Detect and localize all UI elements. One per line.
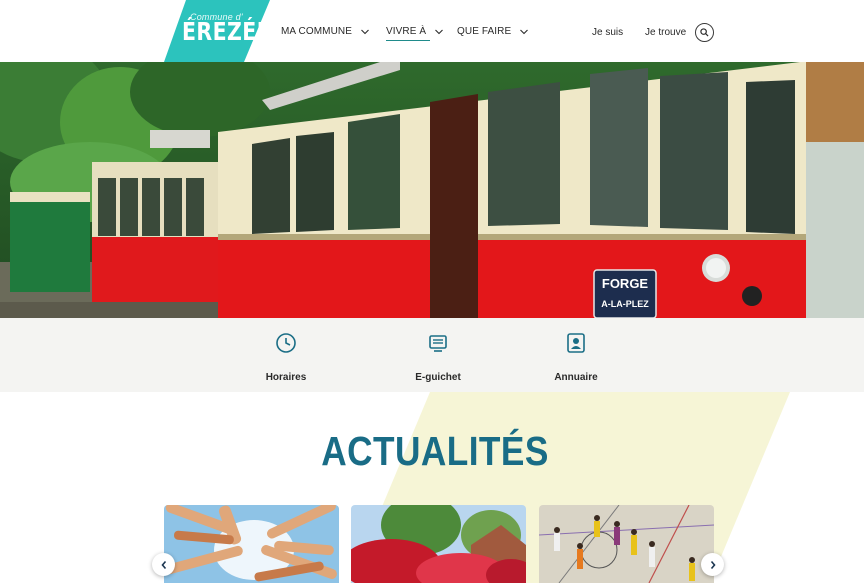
active-underline <box>386 40 430 41</box>
search-button[interactable] <box>695 23 714 42</box>
news-card-image <box>539 505 714 583</box>
carousel-next-button[interactable] <box>701 553 724 576</box>
quick-link-label: Annuaire <box>554 372 598 383</box>
news-heading: ACTUALITÉS <box>321 428 549 474</box>
news-section: ACTUALITÉS <box>0 392 864 583</box>
nav-ma-commune[interactable]: MA COMMUNE <box>281 26 370 37</box>
search-icon <box>700 28 709 37</box>
carousel-prev-button[interactable] <box>152 553 175 576</box>
news-card-3[interactable] <box>539 505 714 583</box>
nav-label: VIVRE À <box>386 26 427 37</box>
nav-label: MA COMMUNE <box>281 26 352 37</box>
quick-link-annuaire[interactable]: Annuaire <box>531 332 621 383</box>
nav-que-faire[interactable]: QUE FAIRE <box>457 26 529 37</box>
site-logo[interactable]: Commune d' ÉREZÉE <box>164 0 272 62</box>
quick-link-horaires[interactable]: Horaires <box>241 332 331 383</box>
nav-label: QUE FAIRE <box>457 26 512 37</box>
plate-line-2: A-LA-PLEZ <box>601 299 649 309</box>
counter-screen-icon <box>429 335 447 352</box>
quick-link-e-guichet[interactable]: E-guichet <box>393 332 483 383</box>
news-card-2[interactable] <box>351 505 526 583</box>
hero-tram-image: FORGE A-LA-PLEZ <box>0 62 864 318</box>
chevron-down-icon <box>435 29 444 34</box>
hero-banner: FORGE A-LA-PLEZ <box>0 62 864 318</box>
news-card-1[interactable] <box>164 505 339 583</box>
contact-card-icon <box>567 333 585 353</box>
news-card-image <box>351 505 526 583</box>
quick-link-label: Horaires <box>265 372 307 383</box>
clock-icon <box>276 333 296 353</box>
je-suis-link[interactable]: Je suis <box>592 27 623 38</box>
je-trouve-link[interactable]: Je trouve <box>645 27 686 38</box>
plate-line-1: FORGE <box>602 276 649 291</box>
quick-links-bar: Horaires E-guichet Annuaire <box>0 318 864 392</box>
logo-name: ÉREZÉE <box>182 17 272 46</box>
quick-link-label: E-guichet <box>415 372 461 383</box>
chevron-down-icon <box>361 29 369 34</box>
chevron-left-icon <box>160 560 166 569</box>
chevron-down-icon <box>520 29 529 34</box>
site-header: Commune d' ÉREZÉE MA COMMUNE VIVRE À QUE… <box>0 0 864 62</box>
news-card-image <box>164 505 339 583</box>
chevron-right-icon <box>710 560 716 569</box>
nav-vivre-a[interactable]: VIVRE À <box>386 26 444 41</box>
